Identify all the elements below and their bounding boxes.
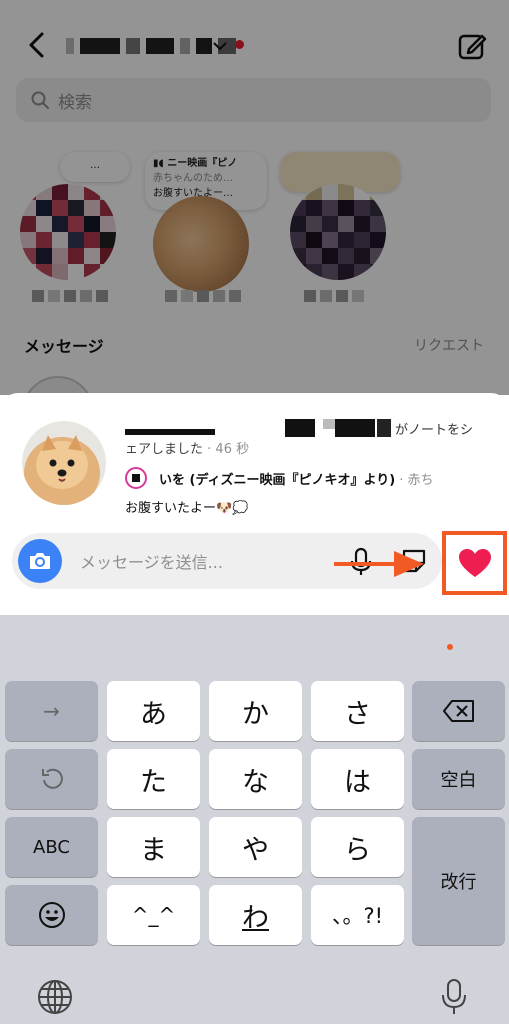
song-artist: · 赤ち bbox=[399, 472, 434, 488]
key-a[interactable]: あ bbox=[107, 681, 200, 741]
key-ha[interactable]: は bbox=[311, 749, 404, 809]
key-ya[interactable]: や bbox=[209, 817, 302, 877]
song-info[interactable]: いを (ディズニー映画『ピノキオ』より) · 赤ち bbox=[125, 467, 434, 489]
globe-icon[interactable] bbox=[36, 978, 74, 1016]
key-wa-label: わ bbox=[242, 902, 269, 934]
prediction-indicator bbox=[447, 644, 453, 650]
key-na[interactable]: な bbox=[209, 749, 302, 809]
next-char-key[interactable]: → bbox=[5, 681, 98, 741]
abc-key[interactable]: ABC bbox=[5, 817, 98, 877]
dictation-microphone-icon[interactable] bbox=[439, 977, 469, 1017]
note-text: お腹すいたよー🐶💭 bbox=[125, 501, 249, 516]
song-title: いを (ディズニー映画『ピノキオ』より) bbox=[159, 472, 396, 488]
share-suffix: がノートをシ bbox=[395, 423, 474, 438]
avatar bbox=[22, 421, 106, 505]
camera-icon[interactable] bbox=[18, 539, 62, 583]
emoji-icon bbox=[38, 902, 65, 928]
emoji-key[interactable] bbox=[5, 885, 98, 945]
key-kaomoji[interactable]: ^_^ bbox=[107, 885, 200, 945]
share-info-line2: ェアしました · 46 秒 bbox=[125, 438, 249, 457]
message-input[interactable]: メッセージを送信... bbox=[80, 549, 223, 573]
return-key[interactable]: 改行 bbox=[412, 817, 505, 945]
backspace-key[interactable] bbox=[412, 681, 505, 741]
dim-overlay[interactable] bbox=[0, 0, 509, 395]
undo-icon bbox=[41, 768, 63, 789]
space-key[interactable]: 空白 bbox=[412, 749, 505, 809]
undo-key[interactable] bbox=[5, 749, 98, 809]
share-info: がノートをシ bbox=[125, 415, 495, 438]
key-punctuation[interactable]: 、。?! bbox=[311, 885, 404, 945]
key-ra[interactable]: ら bbox=[311, 817, 404, 877]
key-ma[interactable]: ま bbox=[107, 817, 200, 877]
timestamp: · 46 秒 bbox=[207, 442, 250, 457]
note-reply-sheet: がノートをシ ェアしました · 46 秒 いを (ディズニー映画『ピノキオ』より… bbox=[0, 393, 509, 615]
japanese-keyboard: → あ か さ た な は 空白 ABC ま や ら 改行 ^_^ わ 、。?! bbox=[0, 615, 509, 1024]
key-sa[interactable]: さ bbox=[311, 681, 404, 741]
like-button[interactable] bbox=[442, 531, 507, 595]
key-wa[interactable]: わ bbox=[209, 885, 302, 945]
messages-screen: 検索 … ▮◖ ニー映画『ピノ 赤ちゃんのため… お腹すいたよー… メッセージ … bbox=[0, 0, 509, 395]
shared-text: ェアしました bbox=[125, 442, 204, 457]
music-disc-icon bbox=[125, 467, 147, 489]
backspace-icon bbox=[442, 700, 474, 722]
key-ka[interactable]: か bbox=[209, 681, 302, 741]
heart-icon bbox=[458, 549, 491, 577]
annotation-arrow bbox=[334, 551, 424, 577]
key-ta[interactable]: た bbox=[107, 749, 200, 809]
